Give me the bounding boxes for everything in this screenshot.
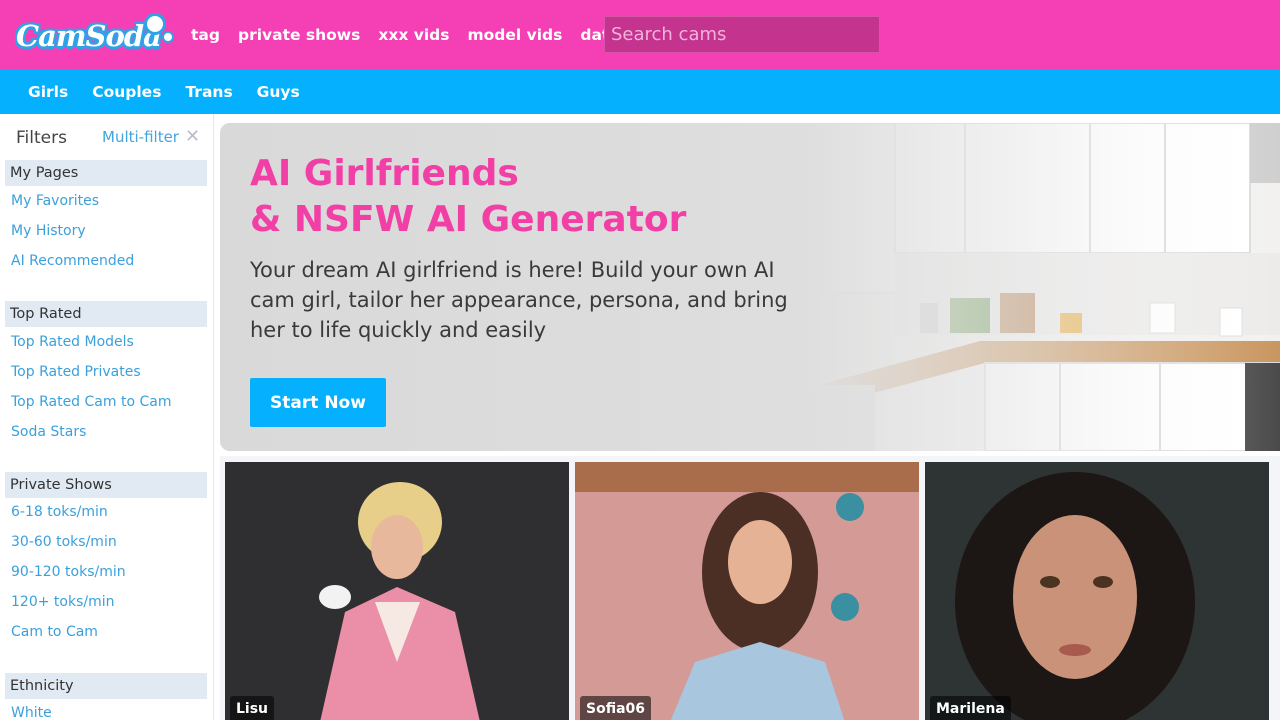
model-card[interactable]: Marilena [925, 462, 1269, 720]
banner-title: AI Girlfriends & NSFW AI Generator [250, 151, 686, 243]
link-my-favorites[interactable]: My Favorites [11, 193, 99, 209]
link-top-rated-privates[interactable]: Top Rated Privates [11, 364, 141, 380]
ai-girlfriend-banner[interactable]: AI Girlfriends & NSFW AI Generator Your … [220, 123, 1280, 451]
logo-bubble-icon [144, 13, 166, 35]
start-now-button[interactable]: Start Now [250, 378, 386, 427]
category-bar: Girls Couples Trans Guys [0, 70, 1280, 114]
category-nav: Girls Couples Trans Guys [28, 70, 324, 114]
link-my-history[interactable]: My History [11, 223, 86, 239]
link-white[interactable]: White [11, 705, 52, 720]
search-input[interactable] [604, 16, 880, 53]
link-ai-recommended[interactable]: AI Recommended [11, 253, 134, 269]
category-couples[interactable]: Couples [92, 83, 161, 101]
model-name: Marilena [930, 696, 1011, 720]
top-bar: CamSoda tag private shows xxx vids model… [0, 0, 1280, 70]
topnav-private-shows[interactable]: private shows [238, 26, 360, 44]
category-guys[interactable]: Guys [257, 83, 300, 101]
banner-title-line1: AI Girlfriends [250, 153, 519, 194]
model-grid: Lisu Sofia06 Marilena [220, 456, 1280, 720]
topnav-model-vids[interactable]: model vids [468, 26, 563, 44]
section-ethnicity: Ethnicity [5, 673, 207, 699]
filters-sidebar: Filters Multi-filter ✕ My Pages My Favor… [0, 114, 214, 720]
link-cam-to-cam[interactable]: Cam to Cam [11, 624, 98, 640]
link-top-rated-cam-to-cam[interactable]: Top Rated Cam to Cam [11, 394, 171, 410]
camsoda-logo[interactable]: CamSoda [16, 11, 174, 61]
banner-title-line2: & NSFW AI Generator [250, 199, 687, 240]
topnav-xxx-vids[interactable]: xxx vids [378, 26, 449, 44]
model-thumbnail-image [925, 462, 1269, 720]
category-trans[interactable]: Trans [185, 83, 232, 101]
link-soda-stars[interactable]: Soda Stars [11, 424, 86, 440]
topnav-tag[interactable]: tag [191, 26, 220, 44]
filters-heading: Filters [16, 128, 67, 148]
model-thumbnail-image [575, 462, 919, 720]
model-thumbnail-image [225, 462, 569, 720]
top-nav: tag private shows xxx vids model vids da… [191, 0, 655, 70]
category-girls[interactable]: Girls [28, 83, 68, 101]
banner-subtitle: Your dream AI girlfriend is here! Build … [250, 258, 788, 342]
section-private-shows: Private Shows [5, 472, 207, 498]
logo-bubble-small-icon [162, 31, 174, 43]
link-top-rated-models[interactable]: Top Rated Models [11, 334, 134, 350]
model-name: Lisu [230, 696, 275, 720]
section-my-pages: My Pages [5, 160, 207, 186]
multi-filter-label: Multi-filter [102, 128, 179, 146]
multi-filter-toggle[interactable]: Multi-filter ✕ [102, 128, 200, 147]
model-name: Sofia06 [580, 696, 652, 720]
section-top-rated: Top Rated [5, 301, 207, 327]
model-card[interactable]: Lisu [225, 462, 569, 720]
link-6-18-toks[interactable]: 6-18 toks/min [11, 504, 108, 520]
close-icon[interactable]: ✕ [185, 128, 200, 146]
link-30-60-toks[interactable]: 30-60 toks/min [11, 534, 117, 550]
link-90-120-toks[interactable]: 90-120 toks/min [11, 564, 126, 580]
logo-text: CamSoda [16, 19, 162, 53]
model-card[interactable]: Sofia06 [575, 462, 919, 720]
link-120-plus-toks[interactable]: 120+ toks/min [11, 594, 114, 610]
